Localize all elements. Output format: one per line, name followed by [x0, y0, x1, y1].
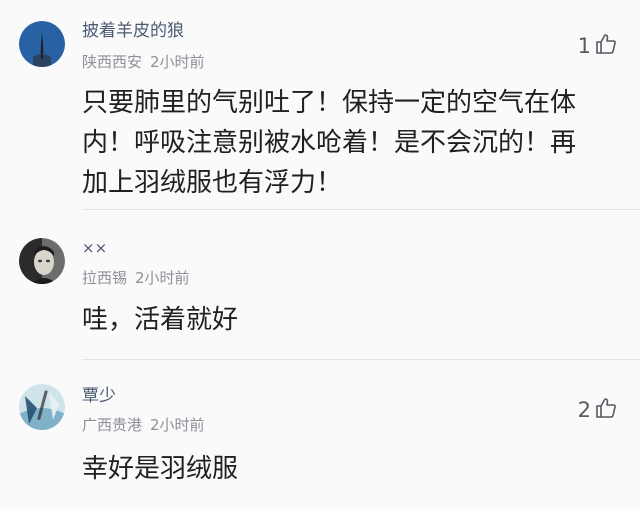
- avatar-image: [19, 384, 65, 430]
- like-button[interactable]: 1: [578, 32, 618, 60]
- comment-meta: 拉西锡 2小时前: [82, 271, 190, 286]
- avatar[interactable]: [19, 384, 65, 430]
- comment-text: 哇，活着就好: [82, 305, 239, 335]
- username[interactable]: ××: [82, 241, 107, 256]
- avatar-image: [19, 238, 65, 284]
- like-button[interactable]: 2: [578, 396, 618, 424]
- location: 拉西锡: [82, 269, 128, 287]
- timestamp: 2小时前: [150, 416, 205, 434]
- comment-list: 披着羊皮的狼 陕西西安 2小时前 1 只要肺里的气别吐了！保持一定的空气在体内！呼…: [0, 0, 640, 511]
- comment-text: 幸好是羽绒服: [82, 454, 239, 484]
- avatar-image: [19, 21, 65, 67]
- comment-item: ×× 拉西锡 2小时前 哇，活着就好: [0, 210, 640, 360]
- like-count: 2: [577, 397, 591, 422]
- like-count: 1: [577, 33, 591, 58]
- comment-meta: 广西贵港 2小时前: [82, 418, 205, 433]
- location: 广西贵港: [82, 416, 143, 434]
- thumbs-up-icon: [594, 32, 618, 60]
- username[interactable]: 覃少: [82, 388, 116, 405]
- location: 陕西西安: [82, 53, 143, 71]
- username[interactable]: 披着羊皮的狼: [82, 23, 184, 40]
- avatar[interactable]: [19, 21, 65, 67]
- comment-item: 覃少 广西贵港 2小时前 2 幸好是羽绒服: [0, 360, 640, 511]
- timestamp: 2小时前: [150, 53, 205, 71]
- timestamp: 2小时前: [135, 269, 190, 287]
- comment-meta: 陕西西安 2小时前: [82, 55, 205, 70]
- avatar[interactable]: [19, 238, 65, 284]
- comment-text: 只要肺里的气别吐了！保持一定的空气在体内！呼吸注意别被水呛着！是不会沉的！再加上…: [82, 88, 577, 198]
- thumbs-up-icon: [594, 396, 618, 424]
- comment-item: 披着羊皮的狼 陕西西安 2小时前 1 只要肺里的气别吐了！保持一定的空气在体内！呼…: [0, 0, 640, 210]
